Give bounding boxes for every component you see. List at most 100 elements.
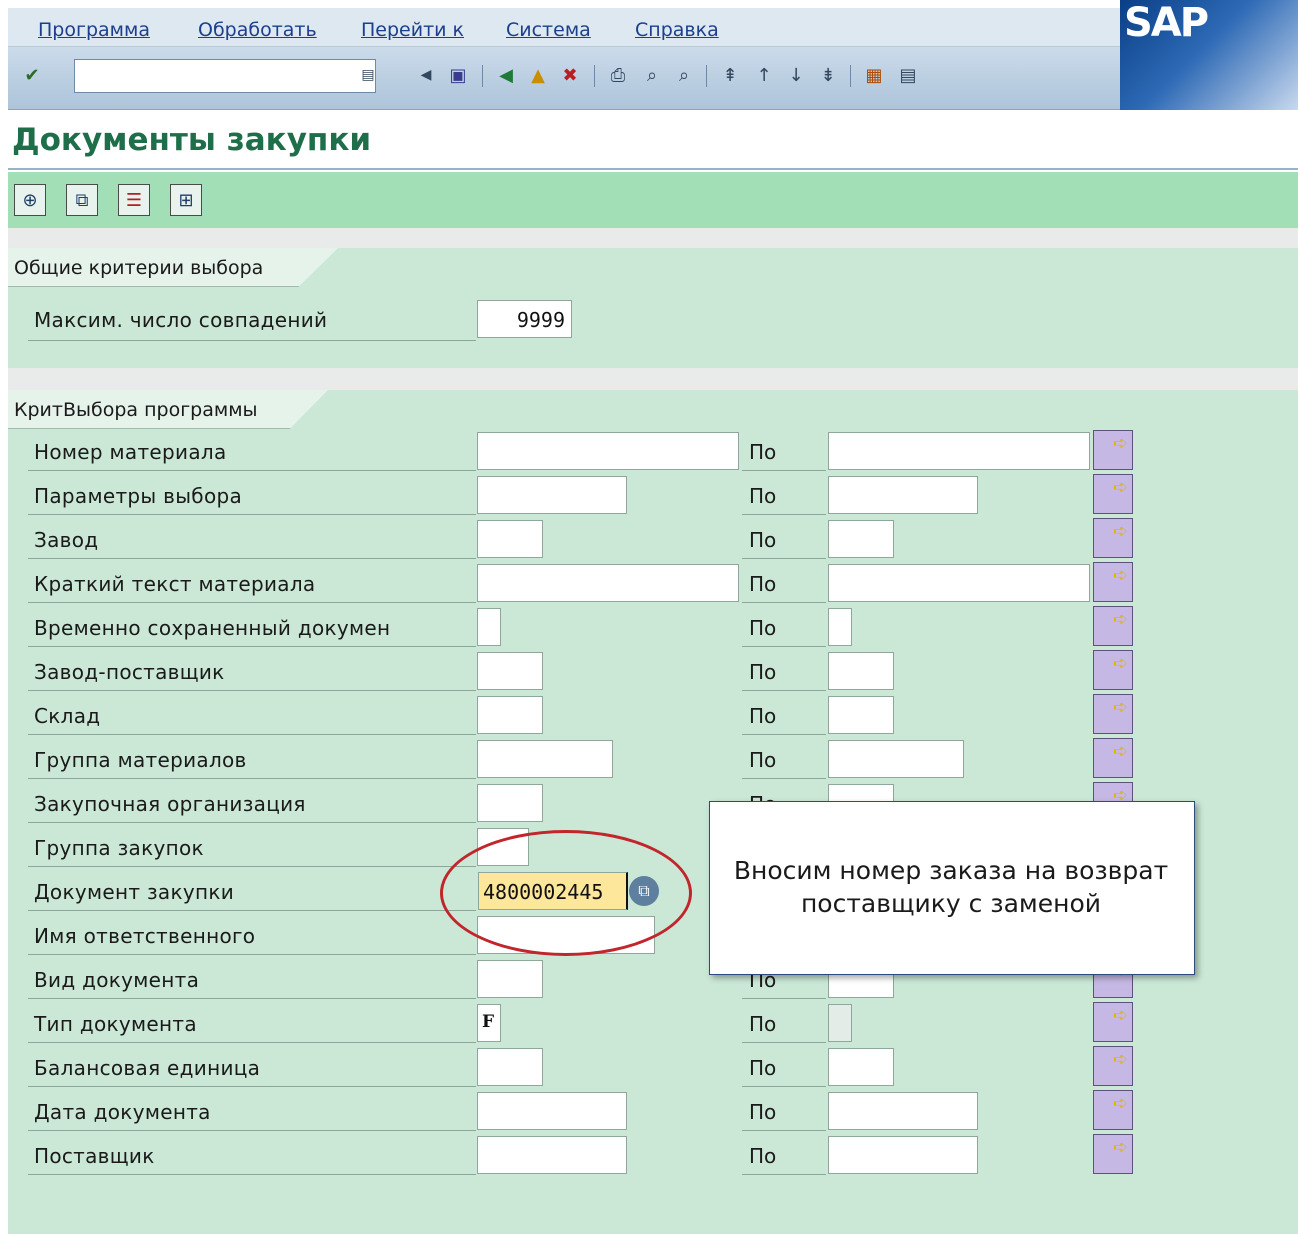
to-label: По bbox=[749, 616, 777, 640]
multiple-selection-arrow-icon[interactable]: ➪ bbox=[1093, 1002, 1133, 1042]
row-underline bbox=[28, 866, 476, 867]
criteria-to-field[interactable] bbox=[828, 520, 894, 558]
menu-help[interactable]: Справка bbox=[635, 19, 719, 41]
enter-check-icon[interactable]: ✔ bbox=[20, 63, 44, 87]
row-underline bbox=[28, 1086, 476, 1087]
command-history-icon[interactable]: ▤ bbox=[356, 63, 380, 87]
to-label: По bbox=[749, 440, 777, 464]
row-underline bbox=[28, 1042, 476, 1043]
criteria-from-field[interactable] bbox=[477, 520, 543, 558]
callout-text: Вносим номер заказа на возврат поставщик… bbox=[733, 856, 1169, 918]
menu-bar: Программа Обработать Перейти к Система С… bbox=[8, 8, 1298, 47]
max-hits-label: Максим. число совпадений bbox=[34, 308, 328, 332]
generate-shortcut-icon[interactable]: ▤ bbox=[896, 63, 920, 87]
criteria-label: Поставщик bbox=[34, 1144, 155, 1168]
last-page-icon[interactable]: ⇟ bbox=[816, 63, 840, 87]
multiple-selection-arrow-icon[interactable]: ➪ bbox=[1093, 430, 1133, 470]
criteria-label: Закупочная организация bbox=[34, 792, 306, 816]
criteria-from-field[interactable] bbox=[477, 652, 543, 690]
dynamic-selection-icon[interactable]: ⊞ bbox=[170, 184, 202, 216]
criteria-from-field[interactable] bbox=[477, 960, 543, 998]
cancel-icon[interactable]: ✖ bbox=[558, 63, 582, 87]
row-underline bbox=[742, 470, 826, 471]
row-underline bbox=[28, 778, 476, 779]
row-underline bbox=[742, 1130, 826, 1131]
multiple-selection-arrow-icon[interactable]: ➪ bbox=[1093, 474, 1133, 514]
max-hits-field[interactable]: 9999 bbox=[477, 300, 572, 338]
criteria-from-field[interactable] bbox=[477, 1136, 627, 1174]
row-underline bbox=[28, 954, 476, 955]
command-field[interactable] bbox=[74, 59, 376, 93]
row-underline bbox=[28, 910, 476, 911]
selection-options-icon[interactable]: ☰ bbox=[118, 184, 150, 216]
criteria-to-field[interactable] bbox=[828, 740, 964, 778]
multiple-selection-arrow-icon[interactable]: ➪ bbox=[1093, 1134, 1133, 1174]
exit-icon[interactable]: ▲ bbox=[526, 63, 550, 87]
criteria-label: Группа закупок bbox=[34, 836, 204, 860]
toolbar-separator bbox=[482, 65, 483, 87]
collapse-arrow-icon[interactable]: ◀ bbox=[414, 63, 438, 87]
multiple-selection-arrow-icon[interactable]: ➪ bbox=[1093, 606, 1133, 646]
row-underline bbox=[28, 514, 476, 515]
criteria-from-field[interactable] bbox=[477, 1048, 543, 1086]
multiple-selection-arrow-icon[interactable]: ➪ bbox=[1093, 694, 1133, 734]
criteria-to-field[interactable] bbox=[828, 696, 894, 734]
criteria-label: Параметры выбора bbox=[34, 484, 243, 508]
criteria-to-field[interactable] bbox=[828, 1004, 852, 1042]
multiple-selection-arrow-icon[interactable]: ➪ bbox=[1093, 1046, 1133, 1086]
criteria-from-field[interactable] bbox=[477, 476, 627, 514]
row-underline bbox=[28, 690, 476, 691]
criteria-to-field[interactable] bbox=[828, 1136, 978, 1174]
execute-icon[interactable]: ⊕ bbox=[14, 184, 46, 216]
previous-page-icon[interactable]: ↑ bbox=[752, 63, 776, 87]
criteria-from-field[interactable]: F bbox=[477, 1004, 501, 1042]
find-icon[interactable]: ⌕ bbox=[640, 63, 664, 87]
menu-goto[interactable]: Перейти к bbox=[361, 19, 464, 41]
multiple-selection-arrow-icon[interactable]: ➪ bbox=[1093, 1090, 1133, 1130]
find-next-icon[interactable]: ⌕ bbox=[672, 63, 696, 87]
multiple-selection-arrow-icon[interactable]: ➪ bbox=[1093, 650, 1133, 690]
first-page-icon[interactable]: ⇞ bbox=[718, 63, 742, 87]
criteria-from-field[interactable] bbox=[477, 696, 543, 734]
criteria-to-field[interactable] bbox=[828, 1048, 894, 1086]
criteria-from-field[interactable] bbox=[477, 608, 501, 646]
row-underline bbox=[742, 734, 826, 735]
row-underline bbox=[28, 1174, 476, 1175]
next-page-icon[interactable]: ↓ bbox=[784, 63, 808, 87]
create-session-icon[interactable]: ▦ bbox=[862, 63, 886, 87]
to-label: По bbox=[749, 1012, 777, 1036]
menu-program[interactable]: Программа bbox=[38, 19, 150, 41]
to-label: По bbox=[749, 528, 777, 552]
print-icon[interactable]: ⎙ bbox=[606, 63, 630, 87]
multiple-selection-arrow-icon[interactable]: ➪ bbox=[1093, 518, 1133, 558]
multiple-selection-arrow-icon[interactable]: ➪ bbox=[1093, 562, 1133, 602]
criteria-from-field[interactable] bbox=[477, 1092, 627, 1130]
row-underline bbox=[28, 1130, 476, 1131]
criteria-to-field[interactable] bbox=[828, 432, 1090, 470]
group-title: Общие критерии выбора bbox=[14, 257, 264, 279]
toolbar-separator bbox=[706, 65, 707, 87]
to-label: По bbox=[749, 572, 777, 596]
row-underline bbox=[742, 778, 826, 779]
criteria-from-field[interactable] bbox=[477, 564, 739, 602]
row-underline bbox=[28, 558, 476, 559]
toolbar-separator bbox=[594, 65, 595, 87]
criteria-label: Склад bbox=[34, 704, 101, 728]
to-label: По bbox=[749, 1144, 777, 1168]
save-icon[interactable]: ▣ bbox=[446, 63, 470, 87]
criteria-to-field[interactable] bbox=[828, 652, 894, 690]
criteria-to-field[interactable] bbox=[828, 1092, 978, 1130]
criteria-from-field[interactable] bbox=[477, 432, 739, 470]
sap-logo: SAP bbox=[1124, 0, 1209, 46]
criteria-from-field[interactable] bbox=[477, 740, 613, 778]
menu-edit[interactable]: Обработать bbox=[198, 19, 317, 41]
back-icon[interactable]: ◀ bbox=[494, 63, 518, 87]
criteria-to-field[interactable] bbox=[828, 608, 852, 646]
get-variant-icon[interactable]: ⧉ bbox=[66, 184, 98, 216]
multiple-selection-arrow-icon[interactable]: ➪ bbox=[1093, 738, 1133, 778]
row-underline bbox=[742, 514, 826, 515]
criteria-to-field[interactable] bbox=[828, 564, 1090, 602]
criteria-from-field[interactable] bbox=[477, 784, 543, 822]
menu-system[interactable]: Система bbox=[506, 19, 591, 41]
criteria-to-field[interactable] bbox=[828, 476, 978, 514]
